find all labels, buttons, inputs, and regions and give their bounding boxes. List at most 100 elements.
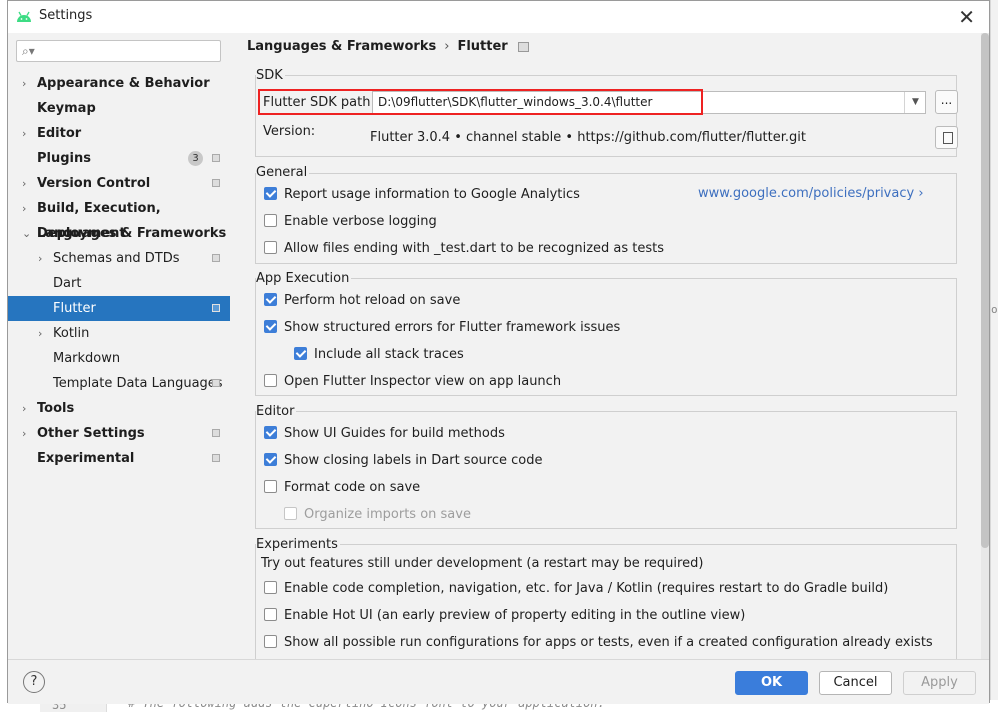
checkbox-checked[interactable] [264, 320, 277, 333]
sidebar-item-label: Plugins [37, 151, 91, 166]
option-label: Include all stack traces [314, 347, 464, 362]
checkbox-unchecked[interactable] [264, 480, 277, 493]
option-report-usage-information-to-google-analy[interactable]: Report usage information to Google Analy… [264, 185, 580, 205]
sidebar-item-other-settings[interactable]: › Other Settings [8, 421, 230, 446]
sidebar-item-tools[interactable]: › Tools [8, 396, 230, 421]
sidebar-item-label: Schemas and DTDs [53, 251, 180, 266]
option-show-structured-errors-for-flutter-frame[interactable]: Show structured errors for Flutter frame… [264, 318, 620, 338]
project-scope-icon [212, 429, 220, 437]
option-label: Enable verbose logging [284, 214, 437, 229]
chevron-down-icon[interactable]: ▼ [904, 92, 926, 113]
cancel-button[interactable]: Cancel [819, 671, 892, 695]
apply-button[interactable]: Apply [903, 671, 976, 695]
sidebar-item-label: Markdown [53, 351, 121, 366]
sidebar-item-label: Editor [37, 126, 82, 141]
checkbox-unchecked[interactable] [264, 214, 277, 227]
general-group-title: General [256, 165, 310, 180]
sidebar-item-appearance-behavior[interactable]: › Appearance & Behavior [8, 71, 230, 96]
chevron-right-icon[interactable]: › [22, 196, 26, 221]
sidebar-item-plugins[interactable]: Plugins 3 [8, 146, 230, 171]
option-show-ui-guides-for-build-methods[interactable]: Show UI Guides for build methods [264, 424, 505, 444]
sidebar-item-version-control[interactable]: › Version Control [8, 171, 230, 196]
breadcrumb: Languages & Frameworks › Flutter [247, 39, 529, 54]
sidebar-item-label: Experimental [37, 451, 135, 466]
sidebar-item-flutter[interactable]: Flutter [8, 296, 230, 321]
ide-right-edge: o [990, 0, 998, 712]
checkbox-checked[interactable] [264, 426, 277, 439]
chevron-right-icon[interactable]: › [22, 71, 26, 96]
breadcrumb-separator: › [444, 39, 450, 54]
sidebar-item-keymap[interactable]: Keymap [8, 96, 230, 121]
option-show-closing-labels-in-dart-source-code[interactable]: Show closing labels in Dart source code [264, 451, 542, 471]
option-enable-hot-ui-an-early-preview-of-proper[interactable]: Enable Hot UI (an early preview of prope… [264, 606, 745, 626]
option-enable-code-completion-navigation-etc-fo[interactable]: Enable code completion, navigation, etc.… [264, 579, 888, 599]
sidebar-item-label: Kotlin [53, 326, 90, 341]
option-enable-verbose-logging[interactable]: Enable verbose logging [264, 212, 437, 232]
option-allow-files-ending-with-test-dart-to-be-[interactable]: Allow files ending with _test.dart to be… [264, 239, 664, 259]
option-label: Show UI Guides for build methods [284, 426, 505, 441]
project-scope-icon [212, 154, 220, 162]
close-icon[interactable]: ✕ [958, 5, 975, 29]
scrollbar-thumb[interactable] [981, 33, 989, 548]
checkbox-unchecked[interactable] [264, 608, 277, 621]
search-icon: ⌕▾ [22, 44, 35, 58]
settings-dialog: Settings ✕ ⌕▾ › Appearance & Behavior Keym… [7, 0, 990, 704]
sidebar-item-languages-frameworks[interactable]: ⌄ Languages & Frameworks [8, 221, 230, 246]
chevron-right-icon[interactable]: › [22, 396, 26, 421]
chevron-right-icon[interactable]: › [22, 121, 26, 146]
breadcrumb-parent[interactable]: Languages & Frameworks [247, 39, 436, 54]
option-include-all-stack-traces[interactable]: Include all stack traces [294, 345, 464, 365]
sidebar-item-build-execution-deployment[interactable]: › Build, Execution, Deployment [8, 196, 230, 241]
browse-button[interactable]: ... [935, 90, 958, 114]
sidebar-item-label: Version Control [37, 176, 151, 191]
privacy-policy-link[interactable]: www.google.com/policies/privacy › [698, 186, 924, 201]
option-open-flutter-inspector-view-on-app-launc[interactable]: Open Flutter Inspector view on app launc… [264, 372, 561, 392]
option-label: Perform hot reload on save [284, 293, 461, 308]
chevron-right-icon[interactable]: › [22, 421, 26, 446]
update-count-badge: 3 [188, 151, 203, 166]
checkbox-checked[interactable] [264, 293, 277, 306]
checkbox-unchecked[interactable] [264, 635, 277, 648]
dialog-footer: ? OK Cancel Apply [8, 659, 989, 704]
option-label: Show closing labels in Dart source code [284, 453, 543, 468]
sidebar-item-dart[interactable]: Dart [8, 271, 230, 296]
checkbox-checked[interactable] [294, 347, 307, 360]
chevron-right-icon[interactable]: › [22, 171, 26, 196]
option-label: Enable Hot UI (an early preview of prope… [284, 608, 746, 623]
breadcrumb-current: Flutter [457, 39, 508, 54]
chevron-right-icon[interactable]: › [38, 321, 42, 346]
checkbox-unchecked[interactable] [264, 374, 277, 387]
sidebar-item-editor[interactable]: › Editor [8, 121, 230, 146]
checkbox-checked[interactable] [264, 187, 277, 200]
checkbox-unchecked [284, 507, 297, 520]
sidebar-item-kotlin[interactable]: › Kotlin [8, 321, 230, 346]
checkbox-checked[interactable] [264, 453, 277, 466]
sidebar-item-template-data-languages[interactable]: Template Data Languages [8, 371, 230, 396]
settings-sidebar: ⌕▾ › Appearance & Behavior Keymap › Editor Pl… [8, 33, 230, 659]
option-show-all-possible-run-configurations-for[interactable]: Show all possible run configurations for… [264, 633, 933, 653]
option-perform-hot-reload-on-save[interactable]: Perform hot reload on save [264, 291, 460, 311]
scrollbar[interactable] [981, 33, 989, 659]
sidebar-item-schemas-and-dtds[interactable]: › Schemas and DTDs [8, 246, 230, 271]
option-label: Format code on save [284, 480, 421, 495]
version-label: Version: [263, 124, 316, 139]
sidebar-item-experimental[interactable]: Experimental [8, 446, 230, 471]
project-scope-icon [212, 379, 220, 387]
annotation-highlight-box [258, 89, 703, 115]
chevron-right-icon[interactable]: › [38, 246, 42, 271]
sidebar-item-label: Languages & Frameworks [37, 226, 227, 241]
settings-content: Languages & Frameworks › Flutter SDK Flutt… [230, 33, 989, 674]
checkbox-unchecked[interactable] [264, 241, 277, 254]
sdk-group-title: SDK [256, 68, 285, 83]
project-scope-icon [212, 179, 220, 187]
option-format-code-on-save[interactable]: Format code on save [264, 478, 420, 498]
search-input[interactable]: ⌕▾ [16, 40, 221, 62]
help-button[interactable]: ? [23, 671, 45, 693]
project-scope-icon [212, 304, 220, 312]
option-label: Open Flutter Inspector view on app launc… [284, 374, 562, 389]
chevron-down-icon[interactable]: ⌄ [22, 221, 31, 246]
checkbox-unchecked[interactable] [264, 581, 277, 594]
sidebar-item-markdown[interactable]: Markdown [8, 346, 230, 371]
ok-button[interactable]: OK [735, 671, 808, 695]
copy-icon[interactable] [935, 126, 958, 149]
